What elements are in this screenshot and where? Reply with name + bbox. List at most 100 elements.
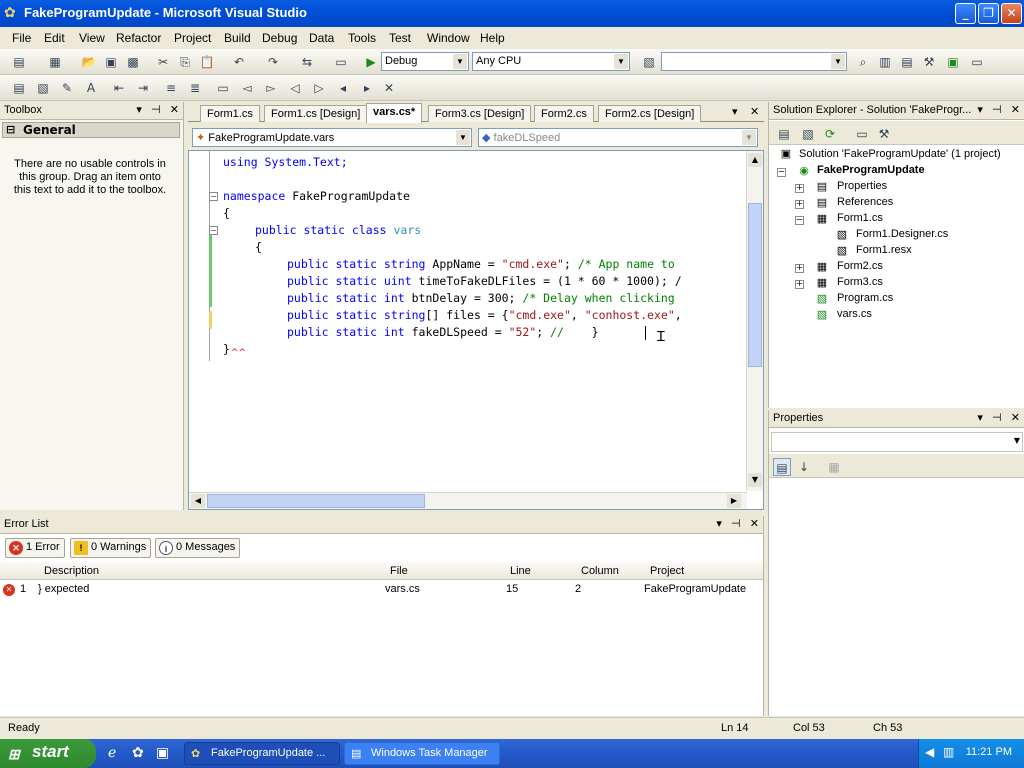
platform-select[interactable]: Any CPU ▼ bbox=[472, 52, 630, 71]
media-player-icon[interactable]: ✿ bbox=[132, 745, 144, 761]
next-bookmark-folder-icon[interactable]: ▷ bbox=[310, 79, 328, 97]
code-editor[interactable]: using System.Text; − namespace FakeProgr… bbox=[188, 150, 764, 510]
tree-item-form1[interactable]: Form1.cs bbox=[837, 212, 883, 224]
toolbox-group-general[interactable]: ⊟ General bbox=[2, 122, 180, 138]
command-window-icon[interactable]: ▭ bbox=[968, 53, 986, 71]
table-row[interactable]: ✕ 1 } expected vars.cs 15 2 FakeProgramU… bbox=[0, 580, 763, 600]
display-object-member-list-icon[interactable]: ▤ bbox=[10, 79, 28, 97]
horizontal-scroll-thumb[interactable] bbox=[207, 494, 425, 508]
menu-window[interactable]: Window bbox=[427, 31, 470, 45]
dropdown-icon[interactable]: ▾ bbox=[136, 104, 142, 116]
toolbox-icon[interactable]: ⚒ bbox=[920, 53, 938, 71]
refresh-icon[interactable]: ⟳ bbox=[821, 125, 839, 143]
task-manager-tray-icon[interactable]: ▥ bbox=[943, 745, 954, 759]
tree-item-form1-designer[interactable]: Form1.Designer.cs bbox=[856, 228, 948, 240]
previous-bookmark-icon[interactable]: ◅ bbox=[238, 79, 256, 97]
internet-explorer-icon[interactable]: ℯ bbox=[108, 745, 116, 761]
taskbar-button-visual-studio[interactable]: ✿ FakeProgramUpdate ... bbox=[184, 742, 340, 765]
scroll-down-icon[interactable]: ▼ bbox=[748, 473, 762, 487]
close-icon[interactable]: ✕ bbox=[1011, 104, 1020, 116]
quick-info-icon[interactable]: ✎ bbox=[58, 79, 76, 97]
view-code-icon[interactable]: ▭ bbox=[853, 125, 871, 143]
menu-test[interactable]: Test bbox=[389, 31, 411, 45]
prev-bookmark-doc-icon[interactable]: ◂ bbox=[334, 79, 352, 97]
menu-edit[interactable]: Edit bbox=[44, 31, 65, 45]
menu-view[interactable]: View bbox=[79, 31, 105, 45]
solution-explorer-icon[interactable]: ▥ bbox=[876, 53, 894, 71]
start-page-icon[interactable]: ▣ bbox=[944, 53, 962, 71]
scroll-right-icon[interactable]: ▶ bbox=[727, 494, 741, 508]
tree-item-references[interactable]: References bbox=[837, 196, 893, 208]
properties-window-icon[interactable]: ▤ bbox=[898, 53, 916, 71]
find-icon[interactable]: ⌕ bbox=[854, 53, 872, 71]
tray-expand-icon[interactable]: ◀ bbox=[925, 745, 934, 759]
lock-icon[interactable]: ▭ bbox=[332, 53, 350, 71]
prev-bookmark-folder-icon[interactable]: ◁ bbox=[286, 79, 304, 97]
copy-icon[interactable]: ⎘ bbox=[176, 53, 194, 71]
show-all-files-icon[interactable]: ▧ bbox=[799, 125, 817, 143]
tree-item-solution[interactable]: Solution 'FakeProgramUpdate' (1 project) bbox=[799, 148, 1001, 160]
menu-tools[interactable]: Tools bbox=[348, 31, 376, 45]
tree-item-form1-resx[interactable]: Form1.resx bbox=[856, 244, 912, 256]
vertical-scrollbar[interactable]: ▲ ▼ bbox=[746, 151, 763, 491]
column-file[interactable]: File bbox=[390, 565, 408, 577]
tree-item-vars[interactable]: vars.cs bbox=[837, 308, 872, 320]
errors-filter-button[interactable]: ✕ 1 Error bbox=[5, 538, 65, 558]
collapse-icon[interactable]: − bbox=[795, 215, 804, 226]
column-column[interactable]: Column bbox=[581, 565, 619, 577]
collapse-icon[interactable]: ⊟ bbox=[6, 123, 15, 137]
add-item-icon[interactable]: ▦ bbox=[46, 53, 64, 71]
menu-build[interactable]: Build bbox=[224, 31, 251, 45]
menu-refactor[interactable]: Refactor bbox=[116, 31, 161, 45]
new-project-icon[interactable]: ▤ bbox=[10, 53, 28, 71]
parameter-info-icon[interactable]: ▧ bbox=[34, 79, 52, 97]
pin-icon[interactable]: ⊣ bbox=[992, 104, 1002, 116]
complete-word-icon[interactable]: A bbox=[82, 79, 100, 97]
class-combo[interactable]: ✦ FakeProgramUpdate.vars ▼ bbox=[192, 128, 472, 147]
expand-icon[interactable]: + bbox=[795, 199, 804, 210]
toggle-bookmark-icon[interactable]: ▭ bbox=[214, 79, 232, 97]
messages-filter-button[interactable]: i 0 Messages bbox=[155, 538, 241, 558]
tab-form1-cs[interactable]: Form1.cs bbox=[200, 105, 260, 122]
tab-list-icon[interactable]: ▾ bbox=[732, 105, 738, 118]
menu-help[interactable]: Help bbox=[480, 31, 505, 45]
tab-vars-cs[interactable]: vars.cs* bbox=[366, 103, 423, 123]
open-icon[interactable]: 📂 bbox=[80, 53, 98, 71]
expand-icon[interactable]: + bbox=[795, 183, 804, 194]
dropdown-icon[interactable]: ▾ bbox=[716, 518, 722, 530]
column-line[interactable]: Line bbox=[510, 565, 531, 577]
next-bookmark-icon[interactable]: ▻ bbox=[262, 79, 280, 97]
minimize-button[interactable]: _ bbox=[955, 3, 976, 24]
member-combo[interactable]: ◆ fakeDLSpeed ▼ bbox=[478, 128, 758, 147]
menu-debug[interactable]: Debug bbox=[262, 31, 297, 45]
pin-icon[interactable]: ⊣ bbox=[992, 412, 1002, 424]
dropdown-icon[interactable]: ▾ bbox=[977, 104, 983, 116]
close-icon[interactable]: ✕ bbox=[750, 518, 759, 530]
find-in-files-icon[interactable]: ▧ bbox=[640, 53, 658, 71]
warnings-filter-button[interactable]: ! 0 Warnings bbox=[70, 538, 152, 558]
show-desktop-icon[interactable]: ▣ bbox=[156, 745, 169, 761]
start-button[interactable]: ⊞ start bbox=[0, 739, 96, 768]
collapse-icon[interactable]: − bbox=[209, 192, 218, 201]
decrease-indent-icon[interactable]: ⇤ bbox=[110, 79, 128, 97]
column-project[interactable]: Project bbox=[650, 565, 684, 577]
close-icon[interactable]: ✕ bbox=[1011, 412, 1020, 424]
clock[interactable]: 11:21 PM bbox=[966, 746, 1012, 758]
next-bookmark-doc-icon[interactable]: ▸ bbox=[358, 79, 376, 97]
tree-item-form3[interactable]: Form3.cs bbox=[837, 276, 883, 288]
start-debug-icon[interactable]: ▶ bbox=[362, 53, 380, 71]
tree-item-program[interactable]: Program.cs bbox=[837, 292, 893, 304]
taskbar-button-task-manager[interactable]: ▤ Windows Task Manager bbox=[344, 742, 500, 765]
collapse-icon[interactable]: − bbox=[209, 226, 218, 235]
categorized-icon[interactable]: ▤ bbox=[773, 458, 791, 476]
tree-item-form2[interactable]: Form2.cs bbox=[837, 260, 883, 272]
configuration-select[interactable]: Debug ▼ bbox=[381, 52, 469, 71]
menu-project[interactable]: Project bbox=[174, 31, 211, 45]
alphabetical-icon[interactable]: ↓ bbox=[795, 458, 813, 476]
clear-bookmarks-icon[interactable]: ✕ bbox=[380, 79, 398, 97]
redo-icon[interactable]: ↷ bbox=[264, 53, 282, 71]
tab-form3-design[interactable]: Form3.cs [Design] bbox=[428, 105, 532, 122]
vertical-scroll-thumb[interactable] bbox=[748, 203, 762, 367]
comment-icon[interactable]: ≡ bbox=[162, 79, 180, 97]
collapse-icon[interactable]: − bbox=[777, 167, 786, 178]
